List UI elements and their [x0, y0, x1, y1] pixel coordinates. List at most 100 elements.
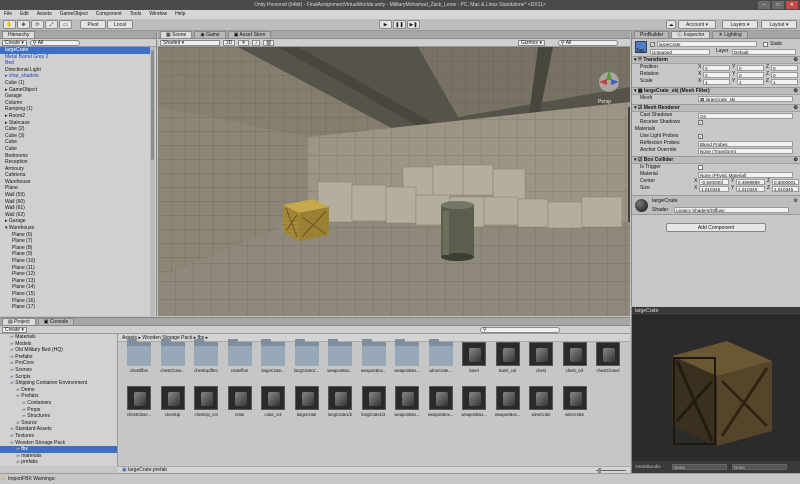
hierarchy-item[interactable]: Armoury	[0, 166, 150, 173]
folder-tree-item[interactable]: ▰ Props	[0, 407, 117, 414]
hierarchy-item[interactable]: largeCrate	[0, 47, 150, 54]
crate-model[interactable]	[283, 199, 329, 241]
create-dropdown[interactable]: Create ▾	[2, 39, 27, 46]
renderer-checkbox-icon[interactable]: ☑	[638, 105, 642, 111]
account-dropdown[interactable]: Account ▾	[678, 20, 716, 29]
hierarchy-item[interactable]: Metal Barrel Grey 2	[0, 54, 150, 61]
menu-help[interactable]: Help	[171, 10, 189, 19]
hierarchy-item[interactable]: Plane	[0, 185, 150, 192]
scale-y-field[interactable]: 1	[737, 79, 764, 85]
maximize-button[interactable]: □	[772, 1, 784, 9]
tag-dropdown[interactable]: Untagged	[650, 49, 710, 55]
asset-item[interactable]: weaponBox...	[359, 339, 389, 382]
barrel-model[interactable]	[441, 201, 474, 261]
active-checkbox[interactable]: ✓	[650, 42, 655, 47]
preview-viewport[interactable]	[632, 316, 800, 461]
scene-search[interactable]: ⚲ All	[558, 39, 618, 46]
collider-checkbox-icon[interactable]: ☑	[638, 157, 642, 163]
close-button[interactable]: ✕	[786, 1, 798, 9]
tab-scene[interactable]: ▦ Scene	[160, 31, 193, 38]
scene-viewport[interactable]: Persp	[158, 47, 630, 316]
tab-lighting[interactable]: ☀ Lighting	[712, 31, 748, 38]
assetbundle-dropdown[interactable]: None	[672, 464, 727, 470]
hierarchy-item[interactable]: Garage	[0, 93, 150, 100]
minimize-button[interactable]: –	[758, 1, 770, 9]
hierarchy-item[interactable]: Wall (62)	[0, 212, 150, 219]
asset-item[interactable]: crate	[225, 386, 255, 426]
asset-item[interactable]: chestUp	[158, 386, 188, 426]
hierarchy-item[interactable]: Plane (14)	[0, 284, 150, 291]
asset-item[interactable]: chestUp/fbm	[191, 339, 221, 382]
hierarchy-item[interactable]: Cafeteria	[0, 172, 150, 179]
menu-window[interactable]: Window	[145, 10, 171, 19]
layer-dropdown[interactable]: Default	[732, 49, 796, 55]
shading-dropdown[interactable]: Shaded ▾	[160, 39, 220, 46]
hierarchy-item[interactable]: Wall (60)	[0, 199, 150, 206]
project-search[interactable]: ⚲	[480, 326, 560, 333]
layers-dropdown[interactable]: Layers ▾	[722, 20, 758, 29]
folder-tree-item[interactable]: ▰ Containers	[0, 400, 117, 407]
size-x-field[interactable]: 1.010345	[699, 186, 729, 192]
folder-tree-item[interactable]: ▰ Prefabs	[0, 354, 117, 361]
hierarchy-item[interactable]: Wall (61)	[0, 205, 150, 212]
mesh-field[interactable]: ▦ largeCrate_skj	[698, 96, 793, 102]
hierarchy-item[interactable]: Cube	[0, 139, 150, 146]
folder-tree-item[interactable]: ▰ prefabs	[0, 459, 117, 466]
hierarchy-item[interactable]: Bed	[0, 60, 150, 67]
folder-tree-item[interactable]: ▰ Structures	[0, 413, 117, 420]
hierarchy-item[interactable]: Plane (17)	[0, 304, 150, 311]
shader-dropdown[interactable]: Legacy Shaders/Diffuse	[674, 207, 789, 213]
hierarchy-item[interactable]: ▾ Warehouse	[0, 225, 150, 232]
hierarchy-search[interactable]: ⚲ All	[29, 39, 80, 46]
hierarchy-item[interactable]: ▸ char_shadow	[0, 73, 150, 80]
move-tool-button[interactable]: ✥	[17, 20, 30, 29]
size-y-field[interactable]: 1.010345	[736, 186, 765, 192]
settings-gear-icon[interactable]: ⚙	[794, 105, 798, 112]
meshrenderer-header[interactable]: ▾ ☑ Mesh Renderer ⚙	[632, 104, 800, 112]
menu-assets[interactable]: Assets	[33, 10, 56, 19]
hierarchy-item[interactable]: Directional Light	[0, 67, 150, 74]
folder-tree-item[interactable]: ▰ ProCore	[0, 360, 117, 367]
folder-tree-item[interactable]: ▰ Demo	[0, 387, 117, 394]
hierarchy-item[interactable]: Ramping (1)	[0, 106, 150, 113]
asset-item[interactable]: chestClose...	[158, 339, 188, 382]
2d-toggle[interactable]: 2D	[223, 39, 236, 46]
asset-item[interactable]: longCrate1/2	[359, 386, 389, 426]
project-create-dropdown[interactable]: Create ▾	[2, 326, 27, 333]
asset-item[interactable]: weaponBox...	[392, 339, 422, 382]
hierarchy-item[interactable]: Plane (7)	[0, 238, 150, 245]
rect-tool-button[interactable]: ▭	[59, 20, 72, 29]
asset-item[interactable]: barel	[459, 342, 489, 382]
receive-shadows-checkbox[interactable]: ✓	[698, 120, 703, 125]
hierarchy-item[interactable]: Plane (8)	[0, 245, 150, 252]
asset-item[interactable]: largeCrate	[292, 386, 322, 426]
hierarchy-item[interactable]: Plane (6)	[0, 232, 150, 239]
status-message[interactable]: ImportFBX Warnings:	[8, 476, 56, 482]
asset-item[interactable]: chest	[526, 342, 556, 382]
folder-tree-item[interactable]: ▰ materials	[0, 453, 117, 460]
asset-item[interactable]: chest/fbm	[124, 339, 154, 382]
scrollbar-thumb[interactable]	[151, 50, 154, 160]
folder-tree-item[interactable]: ▰ Shipping Container Environment	[0, 380, 117, 387]
hierarchy-item[interactable]: Plane (13)	[0, 278, 150, 285]
light-probes-checkbox[interactable]: ✓	[698, 134, 703, 139]
lighting-toggle-icon[interactable]: ☀	[238, 39, 249, 46]
asset-item[interactable]: chestClosed	[593, 342, 623, 382]
hierarchy-item[interactable]: ▸ Garage	[0, 218, 150, 225]
asset-item[interactable]: weaponBox...	[392, 386, 422, 426]
effects-toggle-icon[interactable]: ▨	[263, 39, 275, 46]
hierarchy-item[interactable]: Cube	[0, 146, 150, 153]
add-component-button[interactable]: Add Component	[666, 223, 766, 232]
hierarchy-item[interactable]: Plane (16)	[0, 298, 150, 305]
folder-tree-item[interactable]: ▰ Models	[0, 341, 117, 348]
asset-item[interactable]: chestUp_col	[191, 386, 221, 426]
menu-tools[interactable]: Tools	[126, 10, 146, 19]
layout-dropdown[interactable]: Layout ▾	[761, 20, 797, 29]
asset-item[interactable]: weaponBox...	[493, 386, 523, 426]
tab-inspector[interactable]: ⓘ Inspector	[671, 31, 711, 38]
settings-gear-icon[interactable]: ⚙	[794, 157, 798, 164]
object-name-field[interactable]: largeCrate	[657, 41, 757, 47]
folder-tree-item[interactable]: ▰ Textures	[0, 433, 117, 440]
hierarchy-item[interactable]: ▸ Staircase	[0, 120, 150, 127]
size-z-field[interactable]: 1.010345	[772, 186, 799, 192]
